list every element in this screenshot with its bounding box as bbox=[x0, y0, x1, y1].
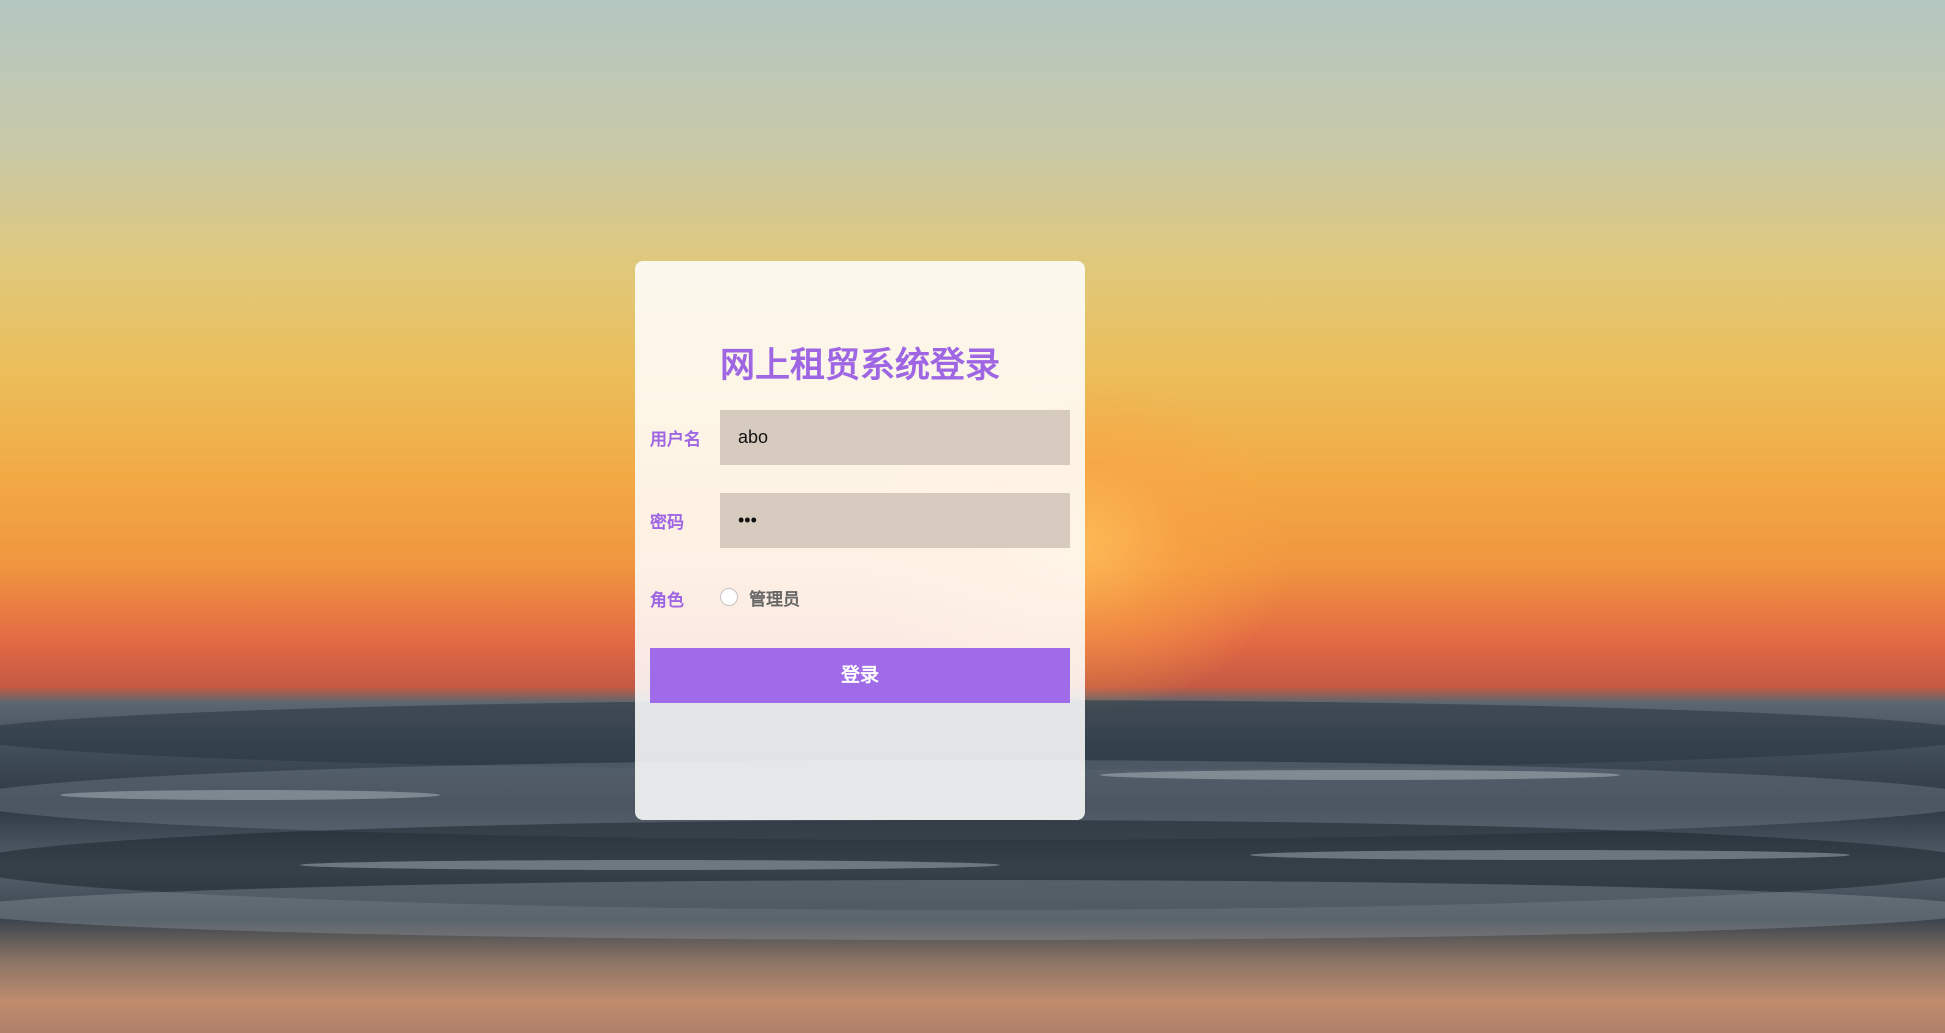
wave-foam bbox=[300, 860, 1000, 870]
page-title: 网上租贸系统登录 bbox=[719, 346, 1000, 386]
role-admin-label[interactable]: 管理员 bbox=[749, 585, 800, 610]
role-label: 角色 bbox=[650, 591, 684, 611]
password-label: 密码 bbox=[650, 513, 684, 533]
role-admin-radio[interactable] bbox=[720, 588, 738, 606]
username-label: 用户名 bbox=[650, 430, 701, 450]
login-card: 网上租贸系统登录 用户名 abo 密码 ••• 角色 管理员 登录 bbox=[635, 261, 1085, 820]
password-input[interactable]: ••• bbox=[720, 493, 1070, 548]
wave-foam bbox=[1100, 770, 1620, 780]
wave-foam bbox=[1250, 850, 1850, 860]
wave bbox=[0, 880, 1945, 940]
login-button[interactable]: 登录 bbox=[650, 648, 1070, 703]
username-input[interactable]: abo bbox=[720, 410, 1070, 465]
wave-foam bbox=[60, 790, 440, 800]
